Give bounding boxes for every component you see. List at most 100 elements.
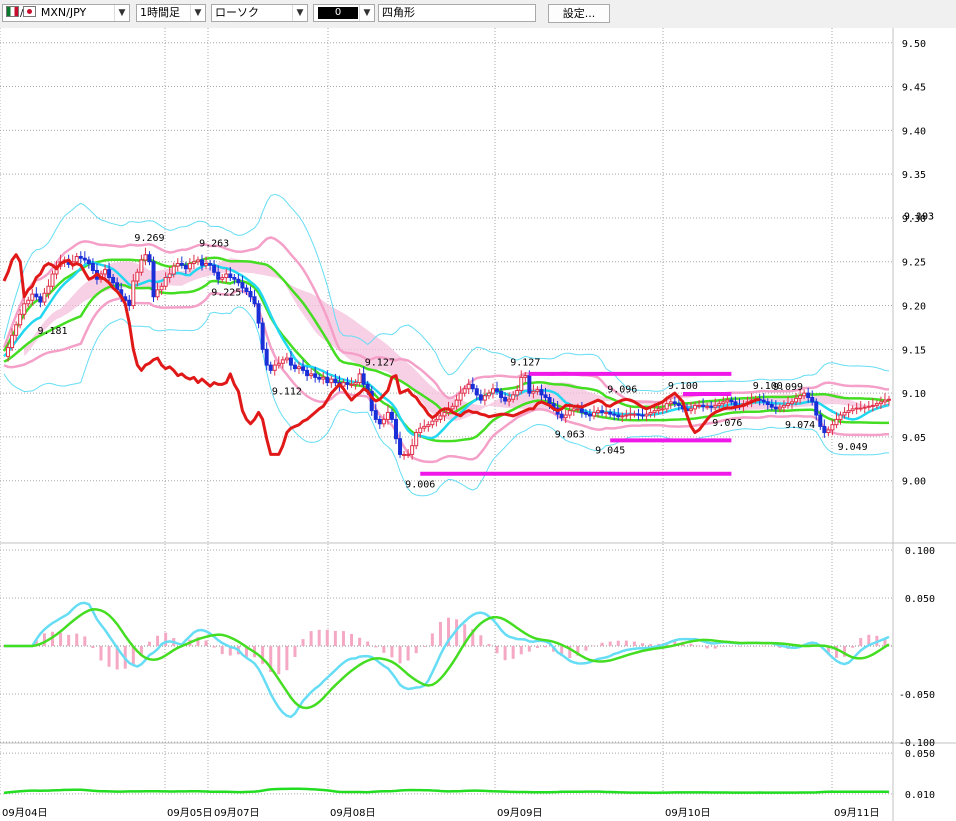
candle-body — [297, 366, 301, 370]
histogram-bar — [608, 641, 612, 646]
candle-body — [353, 382, 358, 385]
price-tick-label: 9.15 — [902, 345, 926, 356]
candle-body — [30, 293, 35, 301]
candle-body — [462, 388, 467, 394]
candle-body — [543, 394, 548, 399]
candle-body — [693, 404, 698, 410]
candle-body — [810, 397, 815, 403]
drawing-tool-field[interactable]: 四角形 — [378, 4, 536, 22]
candle-body — [313, 373, 318, 378]
date-tick-label: 09月08日 — [330, 807, 375, 819]
histogram-bar — [398, 646, 402, 664]
candle-body — [870, 404, 875, 407]
candle-body — [454, 399, 459, 407]
candle-body — [672, 401, 677, 405]
candle-body — [216, 271, 221, 280]
histogram-bar — [535, 646, 539, 648]
histogram-bar — [67, 634, 71, 646]
price-tick-label: 9.25 — [902, 258, 926, 269]
histogram-bar — [204, 640, 208, 646]
candle-body — [781, 404, 786, 408]
candle-body — [660, 408, 665, 411]
chart-style-select[interactable]: ローソク ▼ — [211, 4, 308, 22]
candle-body — [325, 376, 330, 384]
candle-body — [10, 334, 15, 349]
histogram-bar — [729, 646, 733, 647]
candle-body — [22, 303, 27, 315]
candle-body — [90, 262, 95, 272]
candle-body — [664, 403, 669, 410]
histogram-bar — [770, 646, 774, 647]
candle-body — [373, 410, 378, 420]
candle-body — [777, 406, 782, 410]
candle-body — [18, 313, 23, 326]
chevron-down-icon[interactable]: ▼ — [359, 5, 374, 21]
candle-body — [802, 392, 807, 397]
candle-body — [814, 401, 819, 416]
price-label-low: 9.063 — [555, 430, 585, 441]
candle-body — [329, 378, 334, 384]
candle-body — [175, 262, 180, 267]
histogram-bar — [754, 645, 758, 647]
histogram-bar — [511, 646, 515, 659]
candle-body — [264, 348, 269, 366]
candle-body — [640, 414, 645, 417]
candle-body — [563, 414, 568, 419]
candle-body — [535, 389, 540, 392]
candle-body — [183, 264, 188, 270]
histogram-bar — [293, 646, 297, 657]
candle-body — [414, 432, 419, 447]
histogram-bar — [495, 646, 499, 654]
price-label-high: 9.127 — [365, 357, 395, 368]
candle-body — [798, 395, 803, 399]
chart-area[interactable]: 9.181 9.269 9.263 9.225 9.112 9.127 9.006 9.127… — [0, 28, 956, 821]
candle-body — [426, 424, 431, 427]
currency-pair-select[interactable]: / MXN/JPY ▼ — [2, 4, 130, 22]
candle-body — [818, 414, 823, 427]
candle-body — [600, 410, 605, 413]
date-tick-label: 09月09日 — [497, 807, 542, 819]
candle-body — [882, 399, 887, 403]
candle-body — [478, 394, 483, 401]
japan-flag-icon — [23, 6, 37, 17]
candle-body — [701, 404, 706, 407]
histogram-bar — [721, 646, 725, 647]
histogram-bar — [212, 646, 216, 648]
candle-body — [244, 287, 249, 293]
color-select[interactable]: 0 ▼ — [313, 4, 375, 22]
settings-button[interactable]: 設定... — [548, 4, 610, 23]
histogram-bar — [301, 639, 305, 646]
histogram-bar — [503, 646, 507, 661]
candle-body — [232, 277, 237, 280]
candle-body — [139, 259, 144, 273]
candle-body — [204, 262, 209, 266]
candle-body — [111, 277, 116, 284]
candle-body — [6, 347, 11, 357]
candle-body — [676, 403, 681, 406]
candle-body — [171, 265, 176, 275]
candle-body — [212, 264, 217, 273]
candle-body — [697, 404, 702, 407]
candle-body — [187, 262, 192, 270]
candle-body — [587, 413, 592, 417]
candle-body — [179, 262, 184, 266]
chevron-down-icon[interactable]: ▼ — [190, 5, 205, 21]
histogram-bar — [164, 632, 168, 646]
candle-body — [713, 404, 718, 408]
candle-body — [519, 376, 524, 392]
candle-body — [143, 254, 148, 261]
candle-body — [292, 364, 297, 370]
candle-body — [14, 324, 19, 336]
candle-body — [769, 404, 774, 408]
histogram-bar — [859, 638, 863, 646]
candle-body — [636, 413, 641, 416]
candle-body — [163, 277, 168, 287]
candle-body — [317, 376, 322, 380]
price-label-high: 9.269 — [134, 233, 164, 244]
candle-body — [773, 406, 778, 410]
histogram-bar — [42, 633, 46, 646]
price-tick-label: 9.00 — [902, 477, 926, 488]
chevron-down-icon[interactable]: ▼ — [292, 5, 307, 21]
chevron-down-icon[interactable]: ▼ — [114, 5, 129, 21]
timeframe-select[interactable]: 1時間足 ▼ — [136, 4, 206, 22]
